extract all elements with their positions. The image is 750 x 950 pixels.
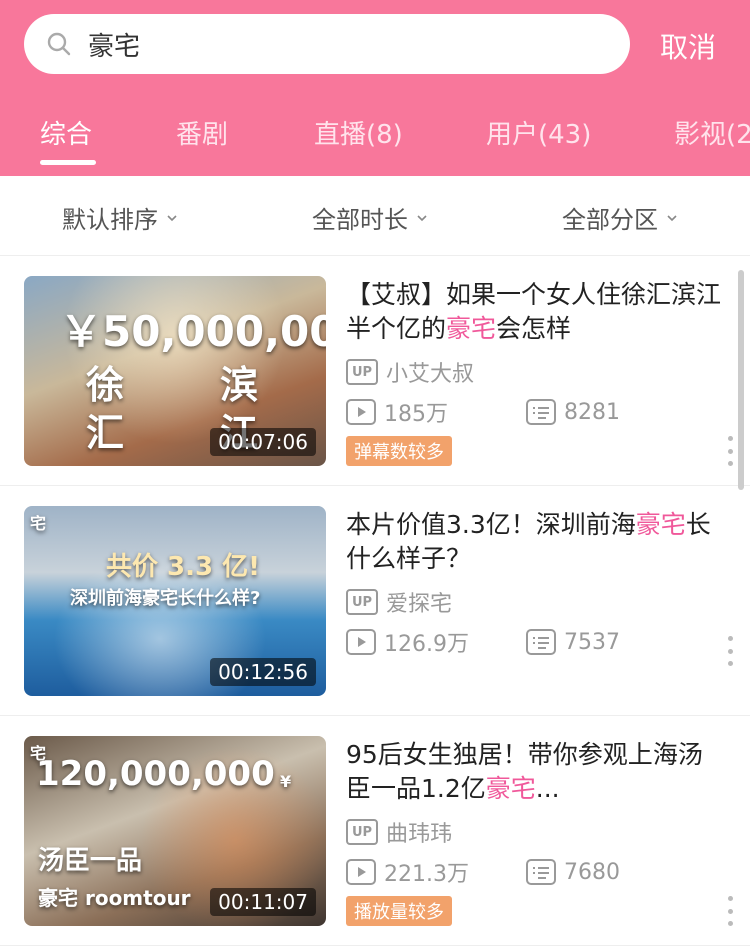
thumb-price-text: 120,000,000 bbox=[36, 754, 275, 794]
video-title[interactable]: 95后女生独居！带你参观上海汤臣一品1.2亿豪宅... bbox=[346, 738, 721, 806]
video-title[interactable]: 本片价值3.3亿！深圳前海豪宅长什么样子？ bbox=[346, 508, 721, 576]
up-badge-icon: UP bbox=[346, 819, 378, 845]
filter-bar: 默认排序 全部时长 全部分区 bbox=[0, 176, 750, 256]
video-duration: 00:11:07 bbox=[210, 888, 316, 916]
thumb-text: ¥ bbox=[280, 772, 292, 791]
category-tabs: 综合 番剧 直播(8) 用户(43) 影视(2 bbox=[0, 110, 750, 176]
tab-film[interactable]: 影视(2 bbox=[674, 114, 750, 151]
video-thumbnail[interactable]: ￥50,000,000 徐 汇 滨 江 00:07:06 bbox=[24, 276, 326, 466]
duration-filter[interactable]: 全部时长 bbox=[312, 200, 428, 235]
chevron-down-icon bbox=[667, 214, 677, 221]
more-options-icon[interactable] bbox=[720, 896, 740, 926]
search-query: 豪宅 bbox=[88, 31, 141, 62]
up-badge-icon: UP bbox=[346, 359, 378, 385]
more-options-icon[interactable] bbox=[720, 636, 740, 666]
stats-row: 185万 8281 bbox=[346, 396, 620, 428]
title-text: ... bbox=[535, 774, 560, 803]
status-badge: 播放量较多 bbox=[346, 896, 452, 926]
view-count: 126.9万 bbox=[384, 632, 469, 657]
uploader-name: 爱探宅 bbox=[386, 592, 453, 617]
chevron-down-icon bbox=[417, 214, 427, 221]
thumb-text: 汤臣一品 bbox=[38, 846, 143, 876]
stats-row: 221.3万 7680 bbox=[346, 856, 620, 888]
tab-users[interactable]: 用户(43) bbox=[486, 114, 591, 151]
chevron-down-icon bbox=[167, 214, 177, 221]
search-input[interactable]: 豪宅 bbox=[24, 14, 630, 74]
stats-row: 126.9万 7537 bbox=[346, 626, 620, 658]
view-count: 221.3万 bbox=[384, 862, 469, 887]
title-highlight: 豪宅 bbox=[635, 510, 686, 539]
danmaku-icon bbox=[526, 399, 556, 425]
play-count-icon bbox=[346, 859, 376, 885]
category-filter-label: 全部分区 bbox=[562, 206, 658, 234]
video-title[interactable]: 【艾叔】如果一个女人住徐汇滨江半个亿的豪宅会怎样 bbox=[346, 278, 721, 346]
title-highlight: 豪宅 bbox=[446, 314, 497, 343]
danmaku-icon bbox=[526, 859, 556, 885]
video-thumbnail[interactable]: 宅 共价 3.3 亿! 深圳前海豪宅长什么样? 00:12:56 bbox=[24, 506, 326, 696]
uploader-name: 小艾大叔 bbox=[386, 362, 475, 387]
video-duration: 00:12:56 bbox=[210, 658, 316, 686]
sort-filter-label: 默认排序 bbox=[62, 206, 158, 234]
tab-live[interactable]: 直播(8) bbox=[314, 114, 403, 151]
uploader-row[interactable]: UP 小艾大叔 bbox=[346, 356, 474, 388]
video-item[interactable]: ￥50,000,000 徐 汇 滨 江 00:07:06 【艾叔】如果一个女人住… bbox=[0, 256, 750, 486]
cancel-button[interactable]: 取消 bbox=[660, 26, 716, 66]
search-header: 豪宅 取消 综合 番剧 直播(8) 用户(43) 影视(2 bbox=[0, 0, 750, 176]
thumb-text: 徐 bbox=[86, 363, 125, 407]
thumb-text: 宅 bbox=[30, 514, 47, 533]
uploader-row[interactable]: UP 曲玮玮 bbox=[346, 816, 452, 848]
tab-anime[interactable]: 番剧 bbox=[176, 114, 228, 151]
danmaku-count: 8281 bbox=[564, 399, 620, 425]
video-item[interactable]: 宅 120,000,000 ¥ 汤臣一品 豪宅 roomtour 00:11:0… bbox=[0, 716, 750, 946]
sort-filter[interactable]: 默认排序 bbox=[62, 200, 178, 235]
danmaku-count: 7537 bbox=[564, 629, 620, 655]
view-count: 185万 bbox=[384, 402, 448, 427]
up-badge-icon: UP bbox=[346, 589, 378, 615]
scrollbar[interactable] bbox=[738, 270, 744, 490]
uploader-name: 曲玮玮 bbox=[386, 822, 453, 847]
category-filter[interactable]: 全部分区 bbox=[562, 200, 678, 235]
thumb-text: 深圳前海豪宅长什么样? bbox=[70, 588, 261, 609]
thumb-price-text: ￥50,000,000 bbox=[60, 307, 326, 356]
thumb-text: 滨 bbox=[220, 363, 259, 407]
video-thumbnail[interactable]: 宅 120,000,000 ¥ 汤臣一品 豪宅 roomtour 00:11:0… bbox=[24, 736, 326, 926]
title-text: 会怎样 bbox=[496, 314, 572, 343]
uploader-row[interactable]: UP 爱探宅 bbox=[346, 586, 452, 618]
thumb-text: 汇 bbox=[86, 411, 125, 455]
video-item[interactable]: 宅 共价 3.3 亿! 深圳前海豪宅长什么样? 00:12:56 本片价值3.3… bbox=[0, 486, 750, 716]
search-icon bbox=[47, 32, 71, 56]
play-count-icon bbox=[346, 629, 376, 655]
thumb-price-text: 共价 3.3 亿! bbox=[106, 552, 261, 582]
tab-general[interactable]: 综合 bbox=[40, 114, 92, 151]
danmaku-count: 7680 bbox=[564, 859, 620, 885]
danmaku-icon bbox=[526, 629, 556, 655]
duration-filter-label: 全部时长 bbox=[312, 206, 408, 234]
title-text: 本片价值3.3亿！深圳前海 bbox=[346, 510, 636, 539]
active-tab-indicator bbox=[40, 160, 96, 165]
more-options-icon[interactable] bbox=[720, 436, 740, 466]
title-highlight: 豪宅 bbox=[485, 774, 536, 803]
video-duration: 00:07:06 bbox=[210, 428, 316, 456]
status-badge: 弹幕数较多 bbox=[346, 436, 452, 466]
play-count-icon bbox=[346, 399, 376, 425]
thumb-text: 豪宅 roomtour bbox=[38, 886, 191, 910]
